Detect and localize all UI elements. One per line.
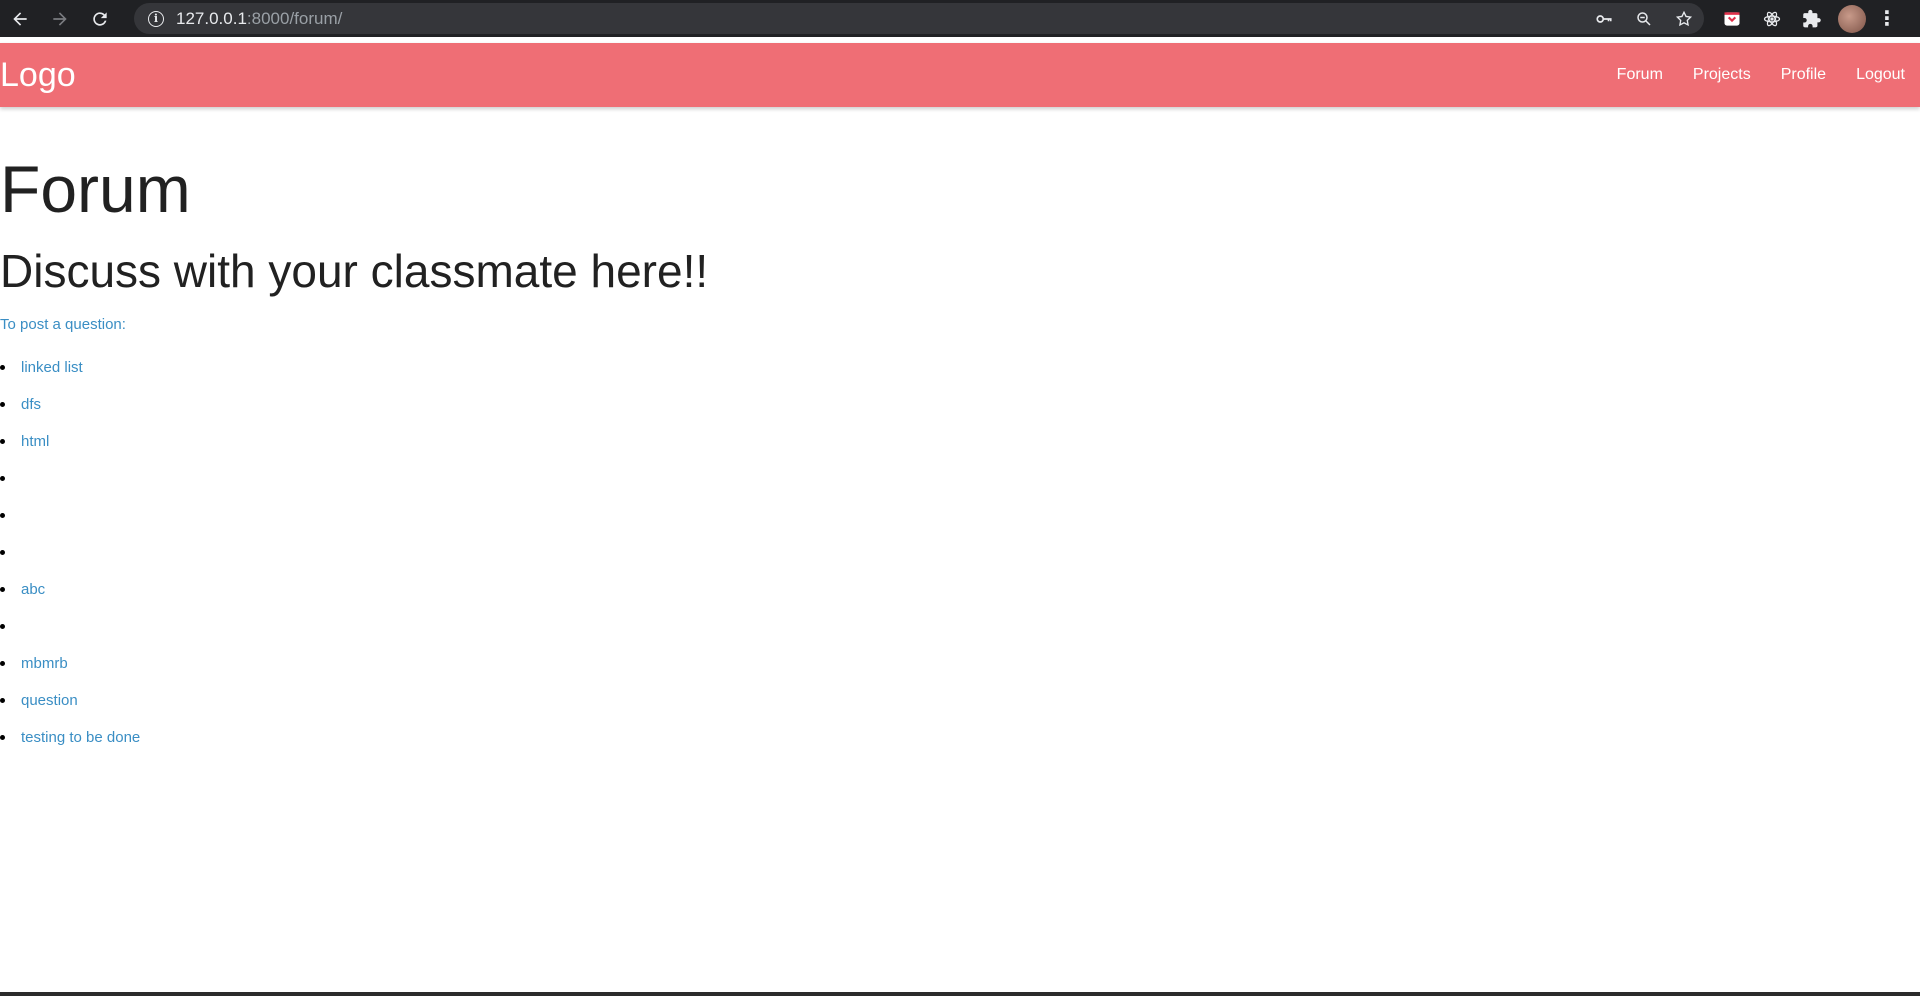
bullet xyxy=(0,402,5,407)
list-item xyxy=(0,608,140,645)
list-item xyxy=(0,497,140,534)
extensions-area: ⋮ xyxy=(1712,0,1902,37)
list-item: dfs xyxy=(0,386,140,423)
list-item xyxy=(0,534,140,571)
list-item: linked list xyxy=(0,349,140,386)
browser-menu-icon[interactable]: ⋮ xyxy=(1872,0,1902,37)
nav-link-profile[interactable]: Profile xyxy=(1766,43,1841,107)
list-item: testing to be done xyxy=(0,719,140,756)
page-title: Forum xyxy=(0,152,191,226)
window-bottom-edge xyxy=(0,992,1920,996)
browser-toolbar: i 127.0.0.1:8000/forum/ ⋮ xyxy=(0,0,1920,37)
question-link[interactable]: html xyxy=(21,433,49,450)
bullet xyxy=(0,661,5,666)
nav-link-logout[interactable]: Logout xyxy=(1841,43,1920,107)
post-question-link[interactable]: To post a question: xyxy=(0,315,126,335)
info-icon[interactable]: i xyxy=(148,10,164,27)
zoom-icon[interactable] xyxy=(1624,3,1664,34)
question-list: linked list dfs html abc mbmrb question … xyxy=(0,349,140,756)
brand-logo[interactable]: Logo xyxy=(0,56,76,94)
nav-link-forum[interactable]: Forum xyxy=(1602,43,1678,107)
bullet xyxy=(0,550,5,555)
pocket-icon[interactable] xyxy=(1712,0,1752,37)
bullet xyxy=(0,735,5,740)
bullet xyxy=(0,587,5,592)
key-icon[interactable] xyxy=(1584,3,1624,34)
react-devtools-icon[interactable] xyxy=(1752,0,1792,37)
list-item: mbmrb xyxy=(0,645,140,682)
reload-icon[interactable] xyxy=(80,0,120,37)
question-link[interactable]: abc xyxy=(21,581,45,598)
list-item: abc xyxy=(0,571,140,608)
avatar xyxy=(1838,4,1866,33)
bullet xyxy=(0,624,5,629)
url-host: 127.0.0.1 xyxy=(176,8,247,28)
question-link[interactable]: linked list xyxy=(21,359,83,376)
profile-avatar[interactable] xyxy=(1832,0,1872,37)
extensions-puzzle-icon[interactable] xyxy=(1792,0,1832,37)
bullet xyxy=(0,439,5,444)
nav-links: Forum Projects Profile Logout xyxy=(1602,43,1920,107)
list-item: question xyxy=(0,682,140,719)
site-navbar: Logo Forum Projects Profile Logout xyxy=(0,43,1920,107)
url-path: :8000/forum/ xyxy=(246,8,343,28)
list-item: html xyxy=(0,423,140,460)
list-item xyxy=(0,460,140,497)
question-link[interactable]: testing to be done xyxy=(21,729,140,746)
bullet xyxy=(0,698,5,703)
bullet xyxy=(0,513,5,518)
bullet xyxy=(0,476,5,481)
address-bar[interactable]: i 127.0.0.1:8000/forum/ xyxy=(134,3,1704,34)
forward-icon[interactable] xyxy=(40,0,80,37)
nav-link-projects[interactable]: Projects xyxy=(1678,43,1766,107)
page-subtitle: Discuss with your classmate here!! xyxy=(0,245,709,297)
back-icon[interactable] xyxy=(0,0,40,37)
star-icon[interactable] xyxy=(1664,3,1704,34)
bullet xyxy=(0,365,5,370)
question-link[interactable]: dfs xyxy=(21,396,41,413)
question-link[interactable]: mbmrb xyxy=(21,655,68,672)
question-link[interactable]: question xyxy=(21,692,78,709)
address-bar-actions xyxy=(1584,3,1704,34)
